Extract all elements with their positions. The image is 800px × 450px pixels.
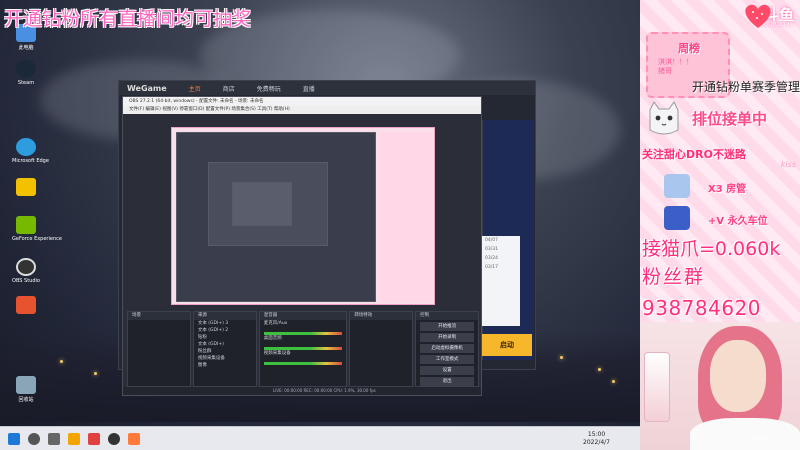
- rank-names: 淇淇！！！ 猪哥: [658, 58, 693, 76]
- mixer-track-label: 桌面音频: [263, 336, 282, 341]
- tab-home[interactable]: 主页: [189, 84, 201, 93]
- strawberry-icon: [745, 4, 771, 28]
- list-item[interactable]: 03/24: [482, 254, 520, 263]
- source-item[interactable]: 粉丝群: [194, 348, 256, 355]
- list-item[interactable]: 03/17: [482, 263, 520, 272]
- wegame-logo: WeGame: [127, 83, 167, 93]
- app-icon: [16, 178, 36, 196]
- desktop-icon-steam[interactable]: Steam: [12, 60, 40, 86]
- source-item[interactable]: 视频采集设备: [194, 355, 256, 362]
- search-icon[interactable]: [28, 432, 40, 445]
- desktop-icon-app[interactable]: [12, 178, 40, 196]
- virtual-camera-button[interactable]: 启动虚拟摄像机: [420, 344, 475, 353]
- list-item[interactable]: 04/07: [482, 236, 520, 245]
- update-list: 04/07 03/31 03/24 03/17: [482, 236, 520, 326]
- source-item[interactable]: 文本 (GDI+) 3: [194, 320, 256, 327]
- edge-icon: [16, 138, 36, 156]
- follow-text: 关注甜心DRO不迷路: [642, 148, 746, 161]
- obs-statusbar: LIVE: 00:00:00 REC: 00:00:00 CPU: 1.9%, …: [123, 387, 481, 395]
- spaceship-icon: [664, 206, 690, 230]
- tab-free-play[interactable]: 免费畅玩: [257, 84, 281, 93]
- streamer-face: [710, 340, 766, 412]
- cat-icon: [649, 101, 679, 135]
- source-item[interactable]: 文本 (GDI+) 2: [194, 327, 256, 334]
- mixer-panel: 混音器 麦克风/Aux 桌面音频 视频采集设备: [258, 311, 348, 387]
- system-clock[interactable]: 15:00 2022/4/7: [583, 431, 610, 447]
- obs-dock-panels: 场景 来源 文本 (GDI+) 3 文本 (GDI+) 2 钻粉 文本 (GDI…: [127, 311, 480, 387]
- mixer-track-label: 视频采集设备: [263, 351, 291, 356]
- browser-icon[interactable]: [68, 432, 80, 445]
- desktop-icon-geforce[interactable]: GeForce Experience: [12, 216, 62, 242]
- taskbar: 15:00 2022/4/7: [0, 426, 640, 450]
- audio-meter: [263, 362, 343, 365]
- obs-preview: [171, 127, 435, 305]
- claw-price-text: 接猫爪=0.060k: [642, 238, 781, 260]
- tab-live[interactable]: 直播: [303, 84, 315, 93]
- rank-name: 淇淇！！！: [658, 58, 693, 66]
- fan-manager-text: 开通钻粉单赛季管理: [692, 80, 800, 94]
- rank-title: 周榜: [678, 42, 700, 55]
- nested-preview: [232, 182, 292, 226]
- camera-watermark: Meitu: [752, 436, 766, 442]
- nvidia-icon: [16, 216, 36, 234]
- stream-overlay: 斗鱼 DOUYU.COM 周榜 淇淇！！！ 猪哥 开通钻粉单赛季管理 排位接单中…: [640, 0, 800, 450]
- desktop: 开通钻粉所有直播间均可抽奖 此电脑 Steam Microsoft Edge G…: [0, 0, 640, 450]
- rank-name: 猪哥: [658, 67, 672, 75]
- order-text: 排位接单中: [692, 110, 768, 128]
- obs-titlebar: OBS 27.2.1 (64-bit, windows) - 配置文件: 未命名…: [123, 97, 481, 106]
- source-item[interactable]: 文本 (GDI+): [194, 341, 256, 348]
- nested-overlay: [380, 132, 432, 302]
- sources-panel: 来源 文本 (GDI+) 3 文本 (GDI+) 2 钻粉 文本 (GDI+) …: [192, 311, 257, 387]
- fans-group-number: 938784620: [642, 296, 762, 320]
- obs-taskbar-icon[interactable]: [108, 432, 120, 445]
- list-item[interactable]: 03/31: [482, 245, 520, 254]
- gift-row: +V 永久车位: [664, 204, 800, 234]
- app-icon[interactable]: [88, 432, 100, 445]
- streamer-body: [690, 418, 800, 450]
- exit-button[interactable]: 退出: [420, 377, 475, 386]
- start-recording-button[interactable]: 开始录制: [420, 333, 475, 342]
- rocket-icon: [664, 174, 690, 198]
- start-streaming-button[interactable]: 开始推流: [420, 322, 475, 331]
- obs-menubar[interactable]: 文件(F) 编辑(E) 视图(V) 停靠窗口(D) 配置文件(P) 场景集合(S…: [123, 106, 481, 114]
- wegame-titlebar: WeGame 主页 商店 免费畅玩 直播: [119, 81, 535, 95]
- scenes-panel: 场景: [127, 311, 191, 387]
- start-game-button[interactable]: 启动: [482, 334, 532, 356]
- desktop-icon-recycle-bin[interactable]: 回收站: [12, 376, 40, 403]
- office-icon: [16, 296, 36, 314]
- drink-cup: [644, 352, 670, 422]
- source-item[interactable]: 钻粉: [194, 334, 256, 341]
- source-item[interactable]: 图像: [194, 362, 256, 369]
- windows-start-icon[interactable]: [8, 432, 20, 445]
- mixer-track-label: 麦克风/Aux: [263, 321, 288, 326]
- desktop-icon-obs[interactable]: OBS Studio: [12, 258, 40, 284]
- desktop-icon-office[interactable]: [12, 296, 40, 314]
- steam-icon: [16, 60, 36, 78]
- desktop-icon-edge[interactable]: Microsoft Edge: [12, 138, 49, 164]
- gift-row: X3 房管: [664, 172, 800, 202]
- recycle-bin-icon: [16, 376, 36, 394]
- wegame-taskbar-icon[interactable]: [128, 432, 140, 445]
- kiss-text: kiss: [780, 160, 796, 169]
- webcam-feed: Meitu: [640, 322, 800, 450]
- obs-window: OBS 27.2.1 (64-bit, windows) - 配置文件: 未命名…: [122, 96, 482, 396]
- stream-title: 开通钻粉所有直播间均可抽奖: [4, 8, 252, 30]
- task-view-icon[interactable]: [48, 432, 60, 445]
- obs-icon: [16, 258, 36, 276]
- settings-button[interactable]: 设置: [420, 366, 475, 375]
- controls-panel: 控制 开始推流 开始录制 启动虚拟摄像机 工作室模式 设置 退出: [415, 311, 480, 387]
- fans-group-label: 粉丝群: [642, 266, 706, 288]
- studio-mode-button[interactable]: 工作室模式: [420, 355, 475, 364]
- tab-store[interactable]: 商店: [223, 84, 235, 93]
- transitions-panel: 转场特效: [349, 311, 414, 387]
